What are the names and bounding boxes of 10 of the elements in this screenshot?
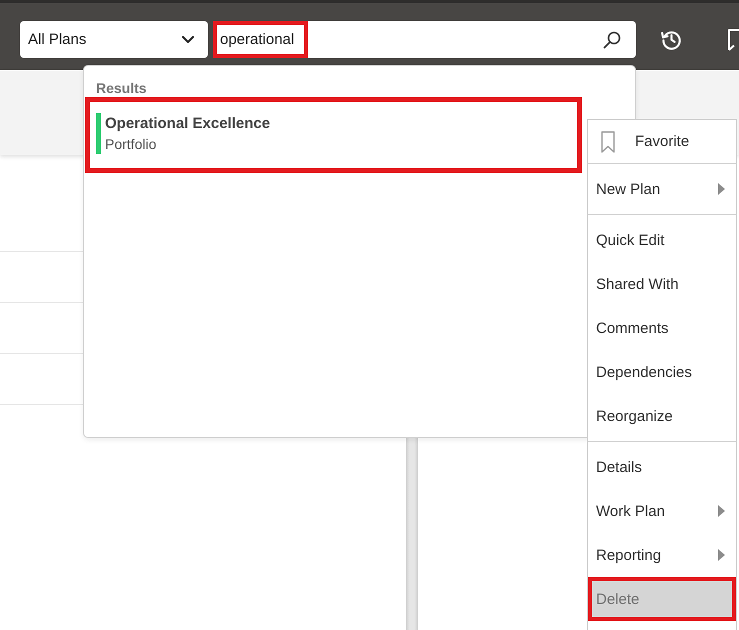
search-input[interactable]: operational [213, 21, 308, 58]
result-title: Operational Excellence [105, 114, 270, 134]
plan-filter-dropdown[interactable]: All Plans [20, 21, 208, 58]
chevron-down-icon [182, 36, 194, 43]
results-heading: Results [95, 79, 148, 97]
bookmark-icon [601, 130, 615, 152]
result-type: Portfolio [105, 135, 158, 154]
bookmark-icon[interactable] [728, 29, 739, 51]
result-item[interactable]: Operational Excellence Portfolio [85, 97, 582, 173]
search-icon[interactable] [603, 30, 621, 48]
